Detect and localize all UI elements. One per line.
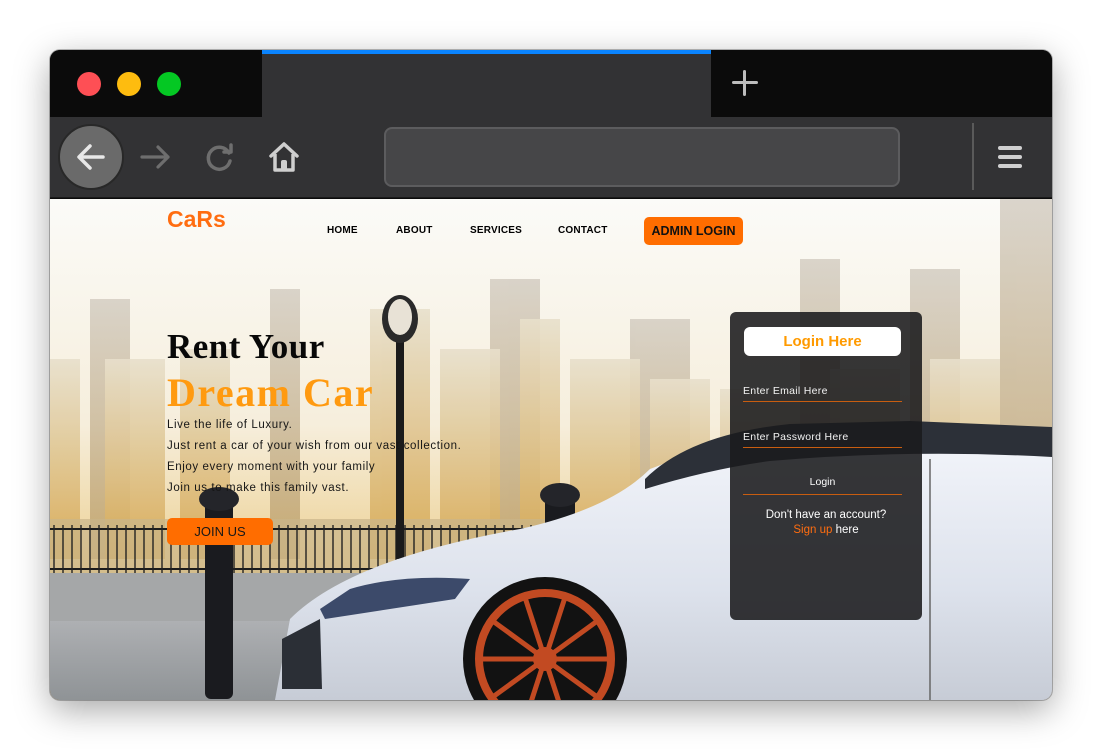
hamburger-menu-icon[interactable] — [998, 144, 1024, 170]
minimize-window-button[interactable] — [117, 72, 141, 96]
signup-link[interactable]: Sign up — [793, 524, 832, 536]
login-form: Login Here Login Don't have an account? … — [730, 312, 922, 620]
hero-text-line: Join us to make this family vast. — [167, 482, 350, 494]
hero-text-line: Live the life of Luxury. — [167, 419, 293, 431]
site-header: CaRs HOME ABOUT SERVICES CONTACT ADMIN L… — [50, 199, 1052, 259]
arrow-left-icon — [77, 144, 105, 170]
forward-button[interactable] — [136, 137, 176, 177]
close-window-button[interactable] — [77, 72, 101, 96]
signup-prompt: Don't have an account? — [765, 509, 887, 521]
login-title: Login Here — [744, 327, 901, 356]
new-tab-plus-icon[interactable] — [730, 68, 760, 98]
signup-suffix: here — [832, 524, 859, 536]
address-bar[interactable] — [384, 127, 900, 187]
reload-icon — [206, 143, 233, 171]
hero-title-line1: Rent Your — [167, 327, 325, 366]
back-button[interactable] — [58, 124, 124, 190]
reload-button[interactable] — [200, 137, 240, 177]
admin-login-button[interactable]: ADMIN LOGIN — [644, 217, 743, 245]
maximize-window-button[interactable] — [157, 72, 181, 96]
email-input[interactable] — [743, 380, 902, 402]
nav-link-services[interactable]: SERVICES — [470, 225, 522, 236]
nav-link-about[interactable]: ABOUT — [396, 225, 433, 236]
nav-link-home[interactable]: HOME — [327, 225, 358, 236]
hero-title-line2: Dream Car — [167, 370, 375, 415]
arrow-right-icon — [140, 145, 170, 169]
toolbar-divider — [972, 123, 974, 190]
signup-row: Sign up here — [730, 524, 922, 536]
join-us-button[interactable]: JOIN US — [167, 518, 273, 545]
home-button[interactable] — [264, 137, 304, 177]
page-viewport: CaRs HOME ABOUT SERVICES CONTACT ADMIN L… — [50, 199, 1052, 700]
title-bar — [50, 50, 1052, 117]
home-icon — [269, 142, 299, 172]
active-tab[interactable] — [262, 50, 711, 117]
nav-link-contact[interactable]: CONTACT — [558, 225, 608, 236]
browser-window: CaRs HOME ABOUT SERVICES CONTACT ADMIN L… — [50, 50, 1052, 700]
hero-text-line: Enjoy every moment with your family — [167, 461, 376, 473]
login-submit-button[interactable]: Login — [743, 470, 902, 495]
site-logo[interactable]: CaRs — [167, 206, 226, 233]
password-input[interactable] — [743, 426, 902, 448]
hero-text-line: Just rent a car of your wish from our va… — [167, 440, 462, 452]
browser-toolbar — [50, 117, 1052, 198]
